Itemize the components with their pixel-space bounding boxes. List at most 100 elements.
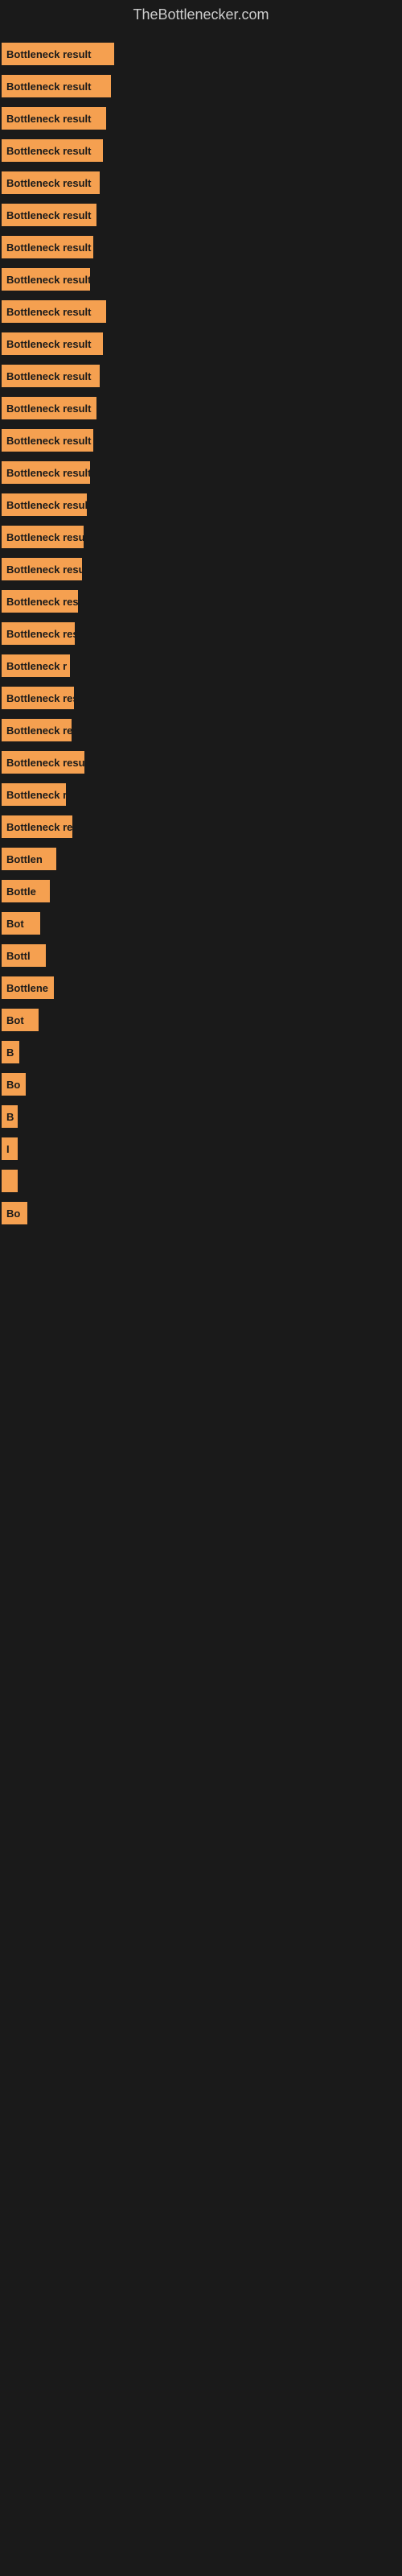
bottleneck-label: Bottleneck result	[6, 80, 91, 93]
bottleneck-bar: Bottleneck result	[2, 75, 111, 97]
bottleneck-label: Bottleneck result	[6, 435, 91, 447]
bottleneck-bar: Bo	[2, 1073, 26, 1096]
bottleneck-label: Bottleneck r	[6, 789, 66, 801]
bar-row: B	[0, 1036, 402, 1068]
bar-row: Bottleneck result	[0, 167, 402, 199]
bottleneck-label: Bottleneck result	[6, 209, 91, 221]
bottleneck-label: Bottleneck result	[6, 564, 82, 576]
bar-row: Bottlen	[0, 843, 402, 875]
bar-row: Bottleneck result	[0, 134, 402, 167]
bar-row: Bottleneck res	[0, 714, 402, 746]
bar-row: I	[0, 1133, 402, 1165]
bar-row: Bottleneck result	[0, 521, 402, 553]
bottleneck-label: Bottleneck resu	[6, 692, 74, 704]
bottleneck-label: Bottleneck result	[6, 467, 90, 479]
bar-row: Bottl	[0, 939, 402, 972]
bar-row: Bottleneck r	[0, 650, 402, 682]
bar-row: Bottleneck result	[0, 489, 402, 521]
bottleneck-label: Bottleneck result	[6, 757, 84, 769]
bottleneck-label: Bottleneck result	[6, 338, 91, 350]
bars-container: Bottleneck result Bottleneck result Bottle…	[0, 30, 402, 1237]
bottleneck-bar: Bottleneck result	[2, 493, 87, 516]
bottleneck-label: Bottleneck result	[6, 48, 91, 60]
bottleneck-bar: Bottleneck result	[2, 590, 78, 613]
bottleneck-bar: Bottleneck result	[2, 204, 96, 226]
bar-row: Bottleneck result	[0, 70, 402, 102]
bottleneck-bar: Bottleneck result	[2, 332, 103, 355]
bottleneck-bar: Bottleneck result	[2, 43, 114, 65]
bar-row: Bottleneck result	[0, 199, 402, 231]
bottleneck-label: Bottleneck r	[6, 660, 67, 672]
bottleneck-bar: Bottleneck resu	[2, 815, 72, 838]
bottleneck-label: Bo	[6, 1079, 20, 1091]
bottleneck-bar: Bottleneck result	[2, 429, 93, 452]
bottleneck-bar: Bottleneck result	[2, 268, 90, 291]
bottleneck-label: Bottleneck result	[6, 274, 90, 286]
bottleneck-label: Bottleneck result	[6, 499, 87, 511]
bottleneck-bar: Bottlen	[2, 848, 56, 870]
bottleneck-bar: Bottleneck result	[2, 236, 93, 258]
bottleneck-bar: Bottlene	[2, 976, 54, 999]
bar-row: Bottleneck result	[0, 102, 402, 134]
bottleneck-bar: Bottleneck result	[2, 107, 106, 130]
bar-row: Bottleneck r	[0, 778, 402, 811]
bar-row: Bottlene	[0, 972, 402, 1004]
bottleneck-label: Bottleneck result	[6, 177, 91, 189]
bar-row: Bo	[0, 1068, 402, 1100]
bar-row: Bottleneck resu	[0, 682, 402, 714]
bar-row: Bottleneck result	[0, 263, 402, 295]
bottleneck-bar: Bottle	[2, 880, 50, 902]
bottleneck-label: Bottleneck result	[6, 306, 91, 318]
bar-row: Bottleneck result	[0, 456, 402, 489]
bottleneck-bar: Bottleneck result	[2, 365, 100, 387]
bottleneck-label: B	[6, 1046, 14, 1059]
bottleneck-bar: Bottleneck result	[2, 300, 106, 323]
bottleneck-bar: Bottleneck result	[2, 397, 96, 419]
bottleneck-bar	[2, 1170, 18, 1192]
bottleneck-bar: B	[2, 1041, 19, 1063]
bottleneck-label: Bottleneck resu	[6, 821, 72, 833]
bottleneck-label: Bo	[6, 1208, 20, 1220]
bottleneck-label: Bottleneck result	[6, 596, 78, 608]
bottleneck-label: Bottlen	[6, 853, 43, 865]
bar-row: Bot	[0, 907, 402, 939]
bottleneck-bar: Bot	[2, 1009, 39, 1031]
bottleneck-bar: Bottl	[2, 944, 46, 967]
bar-row: Bottleneck result	[0, 392, 402, 424]
bottleneck-label: Bottleneck result	[6, 242, 91, 254]
bottleneck-label: Bottleneck resu	[6, 628, 75, 640]
bottleneck-bar: I	[2, 1137, 18, 1160]
bar-row: Bottleneck result	[0, 231, 402, 263]
bottleneck-label: Bottleneck res	[6, 724, 72, 737]
bottleneck-label: Bot	[6, 1014, 24, 1026]
bottleneck-bar: Bottleneck result	[2, 171, 100, 194]
bottleneck-label: Bottleneck result	[6, 145, 91, 157]
bottleneck-label: Bottleneck result	[6, 370, 91, 382]
bottleneck-bar: Bottleneck result	[2, 526, 84, 548]
bar-row: Bottleneck result	[0, 746, 402, 778]
bottleneck-bar: Bottleneck resu	[2, 622, 75, 645]
bar-row: Bottleneck result	[0, 295, 402, 328]
bottleneck-label: Bot	[6, 918, 24, 930]
bar-row: Bottleneck result	[0, 328, 402, 360]
bottleneck-bar: B	[2, 1105, 18, 1128]
bottleneck-bar: Bottleneck r	[2, 783, 66, 806]
bar-row	[0, 1165, 402, 1197]
bottleneck-bar: Bottleneck result	[2, 558, 82, 580]
bar-row: Bottleneck result	[0, 585, 402, 617]
bar-row: Bottleneck result	[0, 360, 402, 392]
bottleneck-label: Bottle	[6, 886, 36, 898]
bottleneck-label: I	[6, 1143, 10, 1155]
bottleneck-bar: Bottleneck result	[2, 139, 103, 162]
bottleneck-bar: Bottleneck result	[2, 751, 84, 774]
bar-row: Bottleneck resu	[0, 617, 402, 650]
bottleneck-label: Bottleneck result	[6, 531, 84, 543]
bottleneck-bar: Bottleneck result	[2, 461, 90, 484]
bar-row: Bot	[0, 1004, 402, 1036]
bar-row: Bottleneck result	[0, 38, 402, 70]
bar-row: B	[0, 1100, 402, 1133]
bottleneck-bar: Bottleneck r	[2, 654, 70, 677]
bottleneck-label: Bottleneck result	[6, 402, 91, 415]
bottleneck-label: B	[6, 1111, 14, 1123]
bottleneck-bar: Bo	[2, 1202, 27, 1224]
